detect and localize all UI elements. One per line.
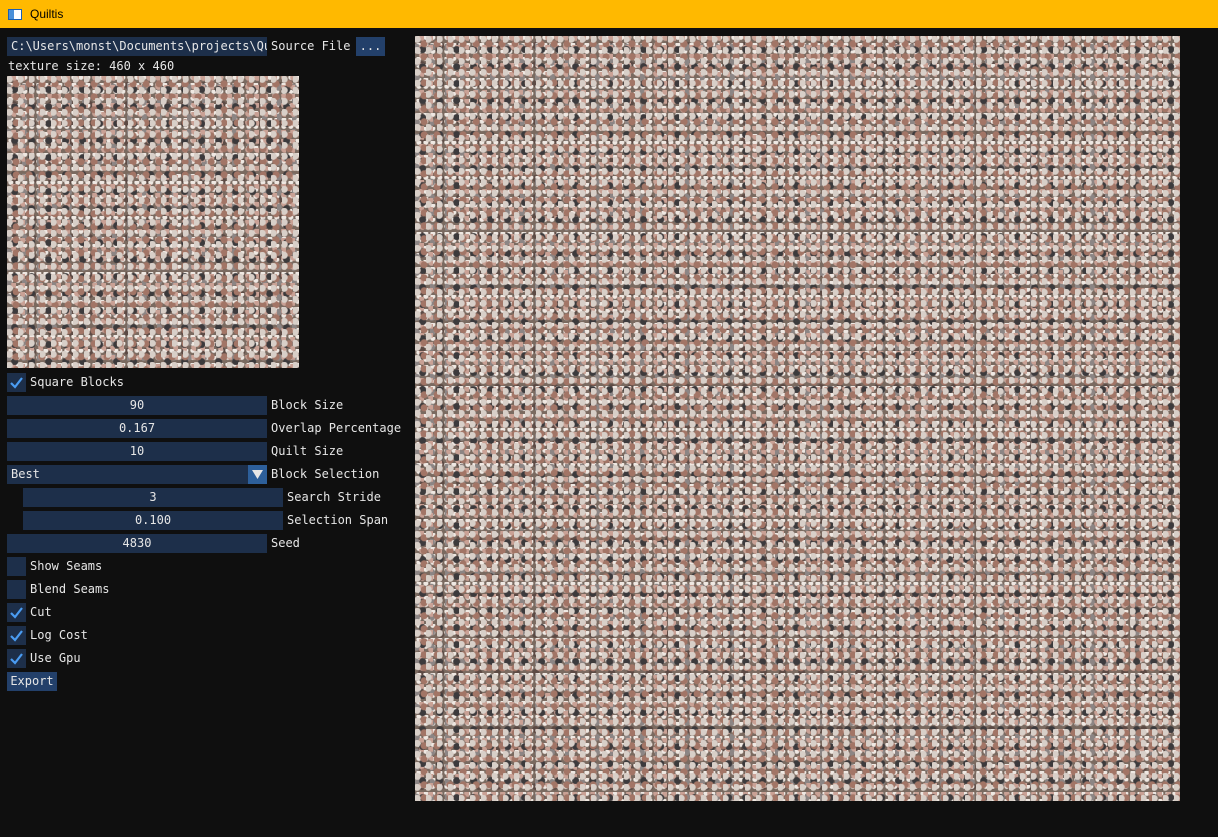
- log-cost-checkbox[interactable]: [7, 626, 26, 645]
- checkmark-icon: [10, 377, 23, 389]
- seed-input[interactable]: 4830: [7, 534, 267, 553]
- square-blocks-label: Square Blocks: [30, 375, 124, 389]
- use-gpu-label: Use Gpu: [30, 651, 81, 665]
- blend-seams-checkbox[interactable]: [7, 580, 26, 599]
- log-cost-label: Log Cost: [30, 628, 88, 642]
- source-path-input[interactable]: C:\Users\monst\Documents\projects\Qui: [7, 37, 267, 56]
- seed-label: Seed: [271, 536, 300, 550]
- block-selection-combo[interactable]: Best: [7, 465, 267, 484]
- checkmark-icon: [10, 607, 23, 619]
- checkmark-icon: [10, 653, 23, 665]
- overlap-percentage-input[interactable]: 0.167: [7, 419, 267, 438]
- texture-size-text: texture size: 460 x 460: [8, 59, 175, 73]
- overlap-percentage-label: Overlap Percentage: [271, 421, 402, 435]
- show-seams-checkbox[interactable]: [7, 557, 26, 576]
- source-file-label: Source File: [271, 39, 351, 53]
- blend-seams-label: Blend Seams: [30, 582, 110, 596]
- app-icon: [8, 8, 22, 20]
- block-size-label: Block Size: [271, 398, 344, 412]
- quilt-size-label: Quilt Size: [271, 444, 344, 458]
- browse-button[interactable]: ...: [356, 37, 385, 56]
- quilt-size-input[interactable]: 10: [7, 442, 267, 461]
- window-title: Quiltis: [30, 7, 64, 21]
- show-seams-label: Show Seams: [30, 559, 103, 573]
- export-button[interactable]: Export: [7, 672, 57, 691]
- use-gpu-checkbox[interactable]: [7, 649, 26, 668]
- search-stride-input[interactable]: 3: [23, 488, 283, 507]
- selection-span-input[interactable]: 0.100: [23, 511, 283, 530]
- chevron-down-icon[interactable]: [248, 465, 267, 484]
- block-selection-label: Block Selection: [271, 467, 380, 481]
- checkmark-icon: [10, 630, 23, 642]
- block-size-input[interactable]: 90: [7, 396, 267, 415]
- block-selection-value: Best: [11, 467, 40, 481]
- selection-span-label: Selection Span: [287, 513, 389, 527]
- cut-label: Cut: [30, 605, 52, 619]
- source-texture-preview: [7, 76, 299, 368]
- cut-checkbox[interactable]: [7, 603, 26, 622]
- search-stride-label: Search Stride: [287, 490, 381, 504]
- quilt-output-preview: [415, 36, 1180, 801]
- title-bar: Quiltis: [0, 0, 1218, 28]
- square-blocks-checkbox[interactable]: [7, 373, 26, 392]
